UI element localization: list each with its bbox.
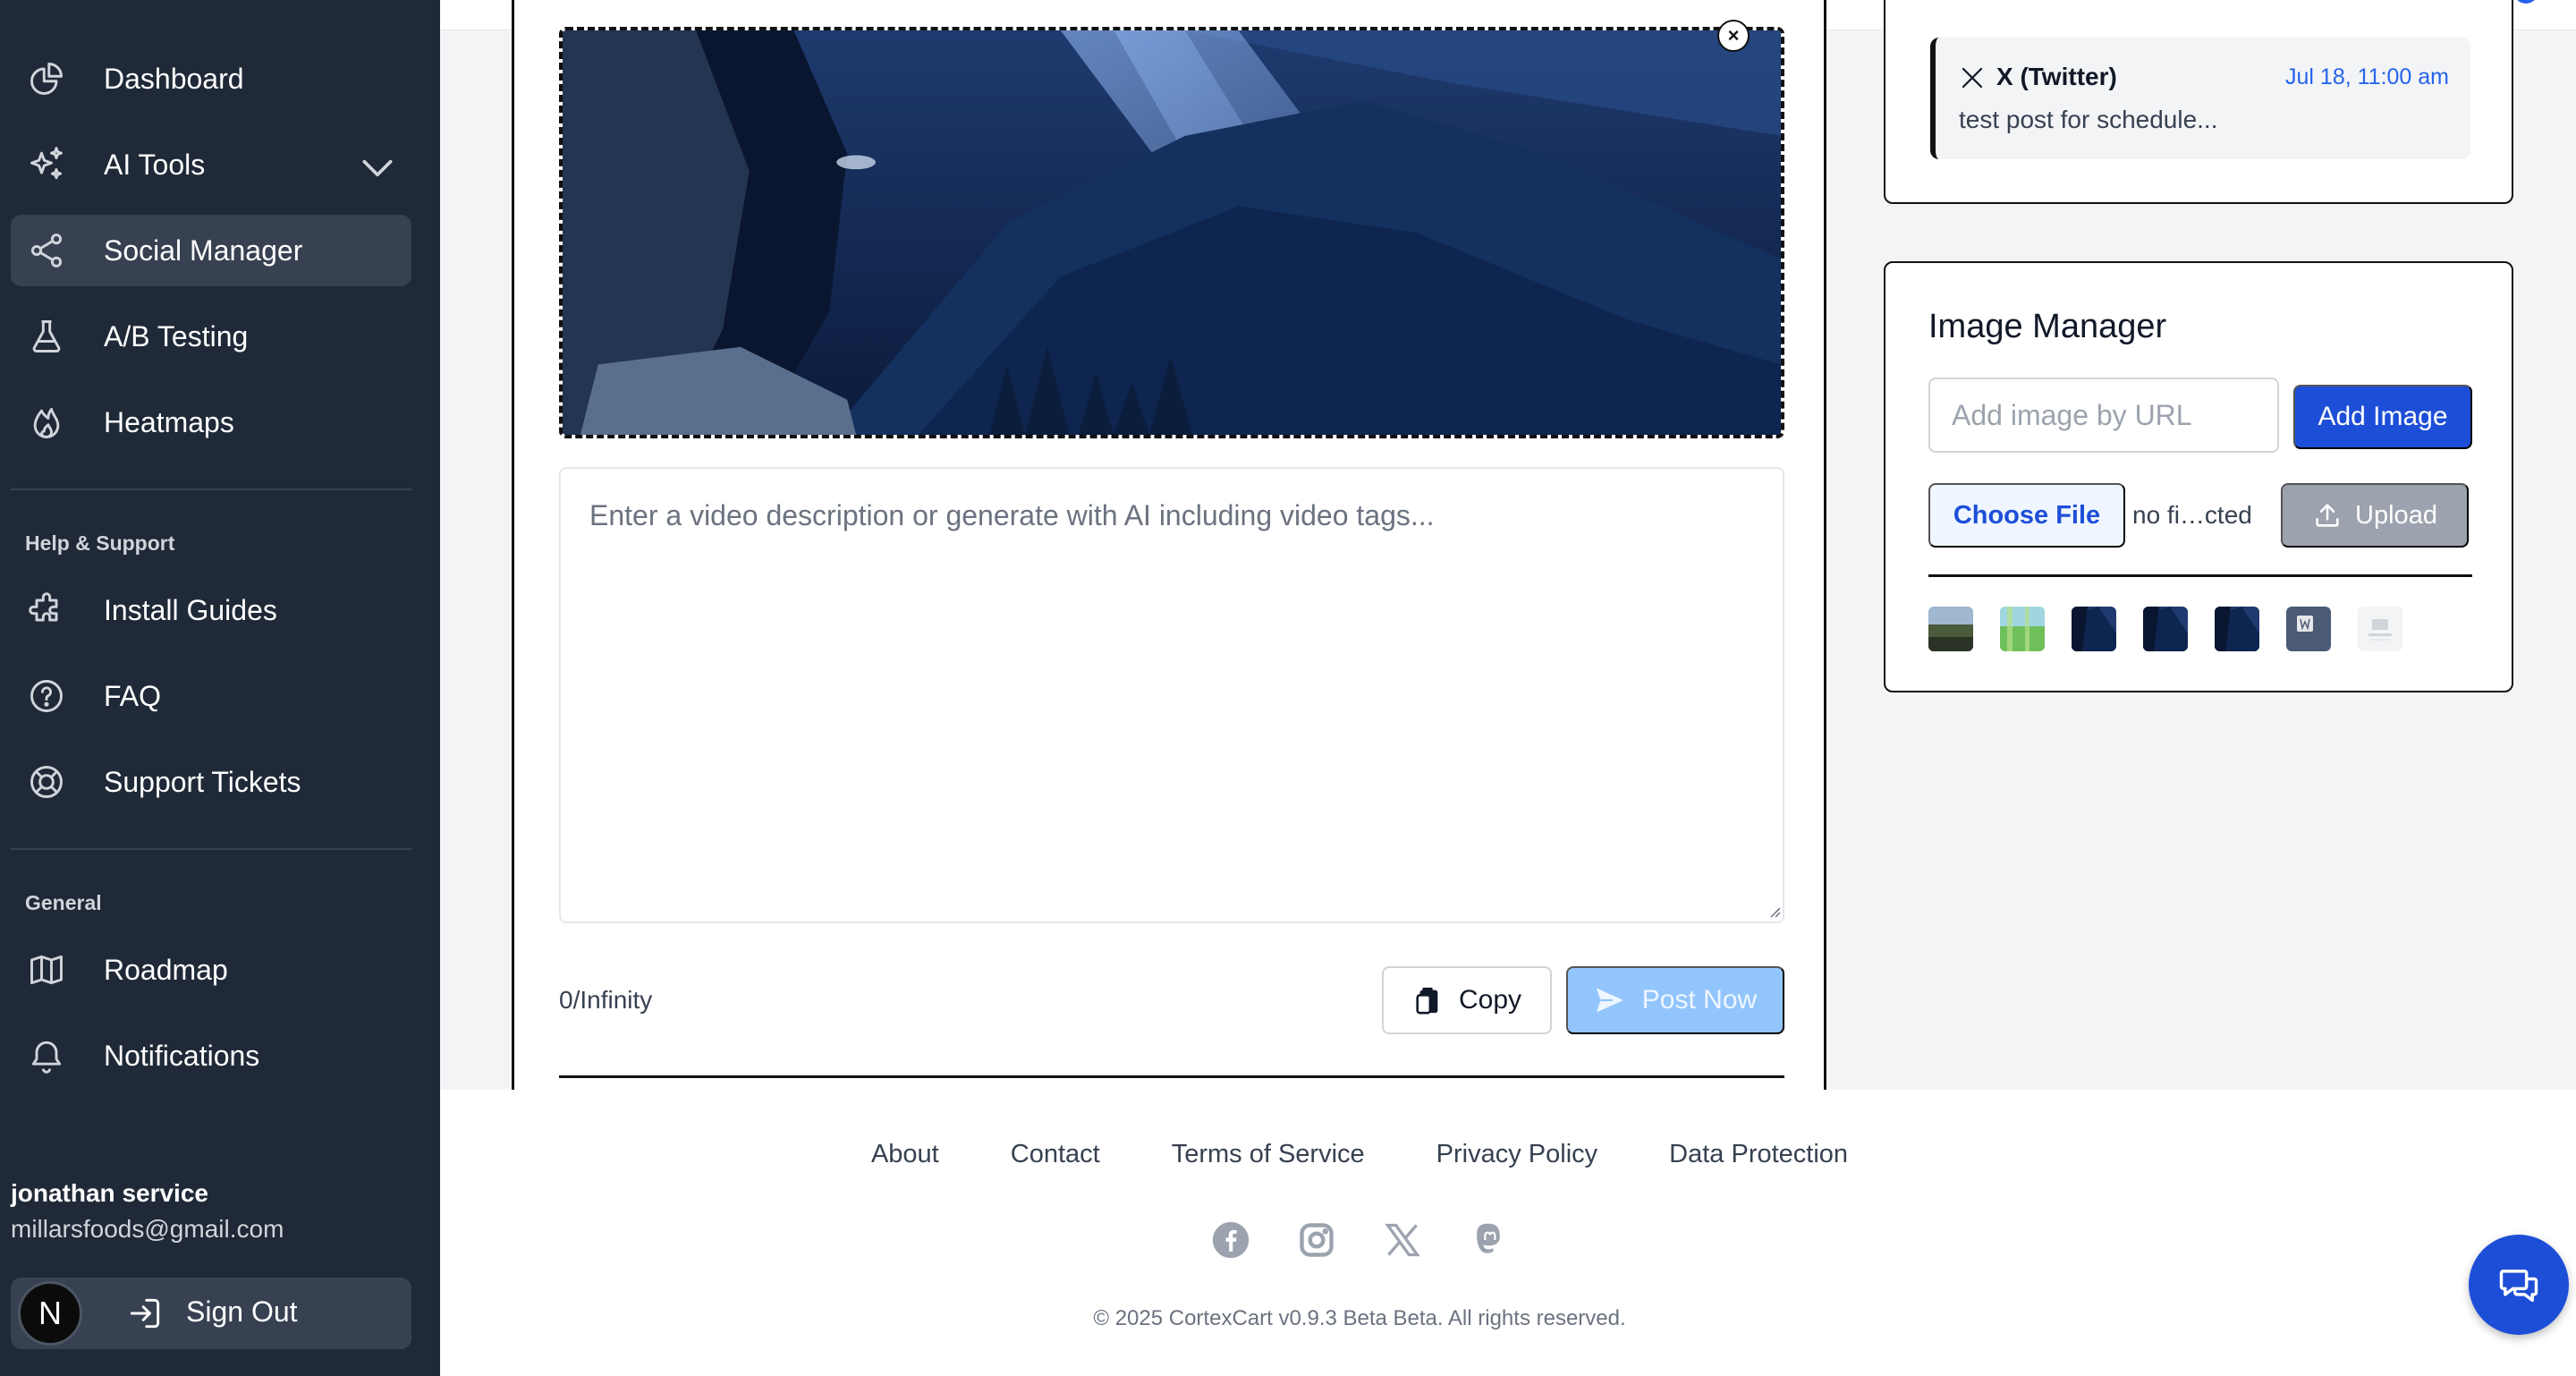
scheduled-posts-card: X (Twitter) Jul 18, 11:00 am test post f… — [1884, 0, 2513, 204]
selected-image-preview[interactable] — [559, 27, 1784, 438]
image-thumbnail[interactable] — [2000, 607, 2045, 651]
lifebuoy-icon — [30, 766, 63, 798]
post-now-button[interactable]: Post Now — [1566, 966, 1784, 1034]
footer-link-about[interactable]: About — [871, 1140, 939, 1169]
sidebar-item-ai-tools[interactable]: AI Tools — [11, 129, 411, 200]
sidebar-item-heatmaps[interactable]: Heatmaps — [11, 386, 411, 458]
sign-out-button[interactable]: N Sign Out — [11, 1278, 411, 1349]
footer-link-data-protection[interactable]: Data Protection — [1669, 1140, 1848, 1169]
sidebar-item-label: Notifications — [104, 1039, 260, 1072]
sidebar-item-install-guides[interactable]: Install Guides — [11, 574, 411, 646]
sidebar-item-social-manager[interactable]: Social Manager — [11, 215, 411, 286]
post-now-label: Post Now — [1641, 985, 1758, 1015]
chevron-down-icon[interactable] — [358, 149, 397, 188]
sidebar-item-notifications[interactable]: Notifications — [11, 1020, 411, 1091]
image-manager-title: Image Manager — [1928, 308, 2167, 345]
sidebar-item-faq[interactable]: FAQ — [11, 660, 411, 732]
upload-label: Upload — [2355, 500, 2437, 530]
social-links — [440, 1220, 2279, 1260]
sidebar-item-label: Roadmap — [104, 953, 228, 986]
flame-icon — [33, 407, 60, 438]
image-thumbnail[interactable] — [2286, 607, 2331, 651]
add-image-button[interactable]: Add Image — [2293, 385, 2472, 449]
scheduled-platform: X (Twitter) — [1996, 63, 2117, 90]
character-counter: 0/Infinity — [559, 986, 653, 1014]
post-composer: 0/Infinity Copy Post Now — [512, 0, 1826, 1090]
sidebar-item-ab-testing[interactable]: A/B Testing — [11, 301, 411, 372]
sidebar-item-label: Install Guides — [104, 593, 277, 626]
facebook-icon[interactable] — [1211, 1220, 1250, 1260]
image-thumbnail[interactable] — [2072, 607, 2116, 651]
sidebar: Dashboard AI Tools Social Manager A/B Te… — [0, 0, 440, 1376]
divider — [1928, 574, 2472, 577]
page-footer: About Contact Terms of Service Privacy P… — [440, 1090, 2576, 1376]
beaker-icon — [32, 320, 61, 352]
pie-chart-icon — [30, 63, 63, 95]
sidebar-item-support-tickets[interactable]: Support Tickets — [11, 746, 411, 818]
image-thumbnail[interactable] — [2358, 607, 2402, 651]
sidebar-item-label: FAQ — [104, 679, 162, 712]
chat-button[interactable] — [2469, 1235, 2569, 1335]
user-email: millarsfoods@gmail.com — [11, 1215, 284, 1243]
image-manager-card: Image Manager Add Image Choose File no f… — [1884, 261, 2513, 692]
share-icon — [30, 234, 63, 268]
send-icon — [1596, 988, 1623, 1013]
image-thumbnails — [1928, 607, 2402, 651]
upload-icon — [2316, 504, 2339, 527]
sidebar-item-label: Dashboard — [104, 62, 244, 95]
upload-button[interactable]: Upload — [2281, 483, 2469, 548]
avatar[interactable]: N — [18, 1281, 82, 1346]
instagram-icon[interactable] — [1297, 1220, 1336, 1260]
copy-button[interactable]: Copy — [1382, 966, 1552, 1034]
image-thumbnail[interactable] — [1928, 607, 1973, 651]
sidebar-item-dashboard[interactable]: Dashboard — [11, 43, 411, 115]
sparkles-icon — [30, 147, 63, 180]
sidebar-item-label: Social Manager — [104, 234, 303, 267]
sidebar-divider — [11, 848, 411, 850]
resize-handle-icon[interactable] — [1767, 904, 1781, 918]
sidebar-divider — [11, 488, 411, 490]
footer-link-terms[interactable]: Terms of Service — [1172, 1140, 1365, 1169]
map-icon — [30, 955, 63, 985]
choose-file-button[interactable]: Choose File — [1928, 483, 2125, 548]
divider — [559, 1075, 1784, 1078]
image-url-input[interactable] — [1928, 378, 2279, 453]
section-heading-general: General — [25, 891, 102, 914]
copy-label: Copy — [1458, 985, 1522, 1015]
puzzle-icon — [29, 592, 58, 622]
footer-link-privacy[interactable]: Privacy Policy — [1436, 1140, 1598, 1169]
scheduled-post-item[interactable]: X (Twitter) Jul 18, 11:00 am test post f… — [1930, 38, 2470, 159]
mastodon-icon[interactable] — [1469, 1220, 1508, 1260]
chat-icon — [2499, 1270, 2538, 1303]
clipboard-icon — [1416, 987, 1438, 1015]
question-icon — [30, 680, 63, 712]
sign-out-icon — [130, 1298, 160, 1329]
section-heading-help: Help & Support — [25, 531, 175, 555]
x-icon[interactable] — [1383, 1220, 1422, 1260]
description-textarea[interactable] — [559, 467, 1784, 923]
remove-image-button[interactable]: × — [1717, 20, 1750, 52]
sidebar-item-label: Heatmaps — [104, 405, 234, 438]
sign-out-label: Sign Out — [186, 1295, 298, 1328]
sidebar-item-label: AI Tools — [104, 148, 206, 181]
sidebar-item-roadmap[interactable]: Roadmap — [11, 934, 411, 1006]
file-status: no fi…cted — [2132, 501, 2252, 529]
bell-icon — [31, 1040, 62, 1074]
sidebar-item-label: Support Tickets — [104, 765, 301, 798]
scheduled-text: test post for schedule... — [1959, 106, 2218, 133]
footer-link-contact[interactable]: Contact — [1011, 1140, 1100, 1169]
scheduled-time: Jul 18, 11:00 am — [2285, 64, 2449, 89]
user-name: jonathan service — [11, 1179, 208, 1207]
footer-links: About Contact Terms of Service Privacy P… — [440, 1140, 2279, 1169]
landscape-image — [563, 30, 1781, 435]
image-thumbnail[interactable] — [2215, 607, 2259, 651]
image-thumbnail[interactable] — [2143, 607, 2188, 651]
x-twitter-icon — [1962, 67, 1983, 89]
copyright: © 2025 CortexCart v0.9.3 Beta Beta. All … — [1093, 1306, 1626, 1330]
sidebar-item-label: A/B Testing — [104, 319, 249, 352]
